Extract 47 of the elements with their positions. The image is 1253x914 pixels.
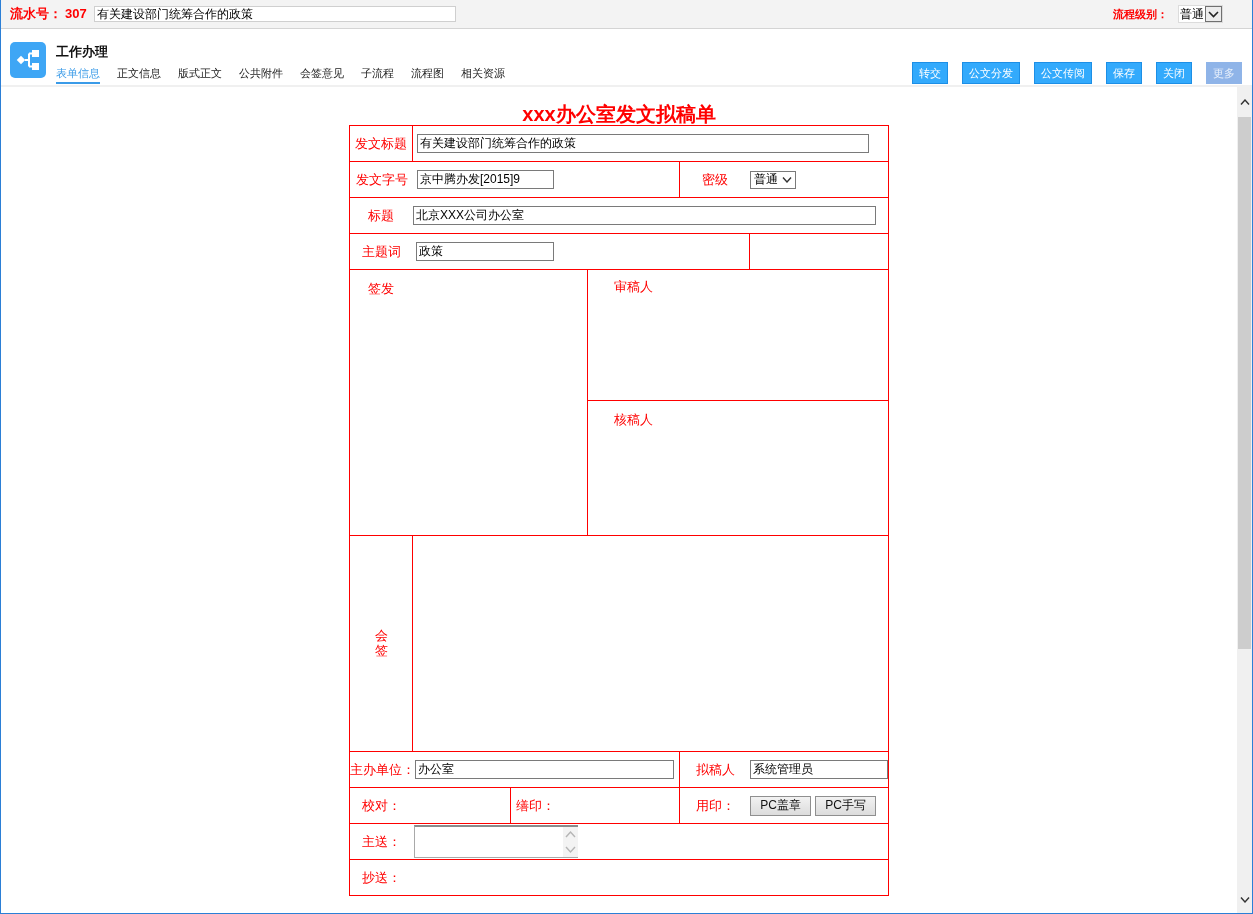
tab[interactable]: 正文信息 <box>117 60 161 84</box>
scroll-up-icon <box>1239 99 1250 105</box>
level-select[interactable]: 普通 <box>1178 5 1223 23</box>
seal-button[interactable]: PC盖章 <box>750 795 811 816</box>
scroll-arrows-icon <box>563 827 578 857</box>
recipient-field[interactable] <box>414 825 578 858</box>
secrecy-select[interactable]: 普通 <box>750 170 796 189</box>
field-label: 主办单位： <box>350 761 415 778</box>
subject-field[interactable]: 有关建设部门统筹合作的政策 <box>93 6 456 22</box>
chevron-down-icon <box>782 176 792 183</box>
tab[interactable]: 子流程 <box>361 60 394 84</box>
field-label: 用印： <box>696 797 735 814</box>
tab[interactable]: 版式正文 <box>178 60 222 84</box>
scroll-down-icon <box>1239 897 1250 903</box>
field-label: 核稿人 <box>614 412 653 428</box>
field-label: 发文标题 <box>355 135 407 152</box>
tab[interactable]: 流程图 <box>411 60 444 84</box>
drafter-field[interactable]: 系统管理员 <box>750 760 888 779</box>
serial-number: 307 <box>65 6 87 22</box>
field-label: 校对： <box>362 797 401 814</box>
field-label: 缮印： <box>516 797 555 814</box>
field-label: 主送： <box>362 833 401 850</box>
doc-title-field[interactable]: 有关建设部门统筹合作的政策 <box>417 134 869 153</box>
page-title: 工作办理 <box>56 44 108 60</box>
field-label: 密级 <box>702 171 728 188</box>
serial-label: 流水号： <box>10 6 62 22</box>
field-label: 标题 <box>368 207 394 224</box>
host-unit-field[interactable]: 办公室 <box>415 760 674 779</box>
field-label: 审稿人 <box>614 279 653 295</box>
field-label: 抄送： <box>362 869 401 886</box>
scrollbar[interactable] <box>1237 87 1252 913</box>
scrollbar-thumb[interactable] <box>1238 117 1251 649</box>
level-label: 流程级别： <box>1113 6 1168 22</box>
seal-button[interactable]: PC手写 <box>815 795 876 816</box>
tab[interactable]: 会签意见 <box>300 60 344 84</box>
flowchart-icon <box>10 42 46 78</box>
field-label: 签发 <box>368 281 394 297</box>
keywords-field[interactable]: 政策 <box>416 242 554 261</box>
field-label: 主题词 <box>362 243 401 260</box>
tab[interactable]: 公共附件 <box>239 60 283 84</box>
tab[interactable]: 相关资源 <box>461 60 505 84</box>
field-label: 拟稿人 <box>696 761 735 778</box>
field-label: 发文字号 <box>356 171 408 188</box>
form-title: xxx办公室发文拟稿单 <box>522 104 716 125</box>
heading-field[interactable]: 北京XXX公司办公室 <box>413 206 876 225</box>
doc-number-field[interactable]: 京中腾办发[2015]9 <box>417 170 554 189</box>
field-label: 会签 <box>374 629 388 658</box>
